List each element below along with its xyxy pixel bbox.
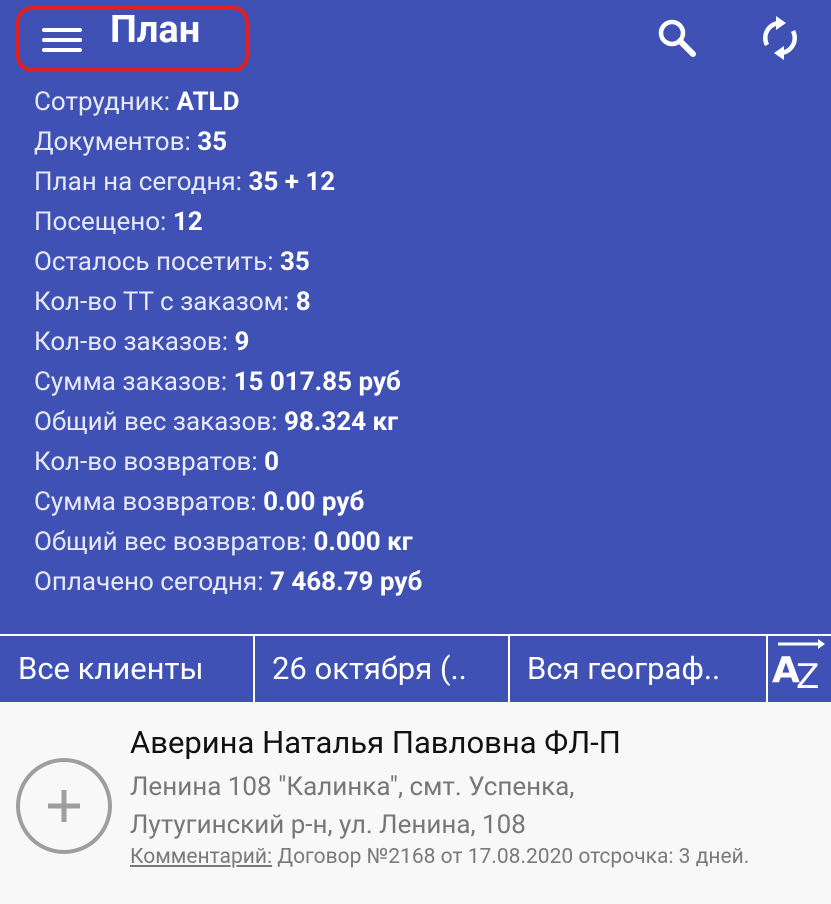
- filter-bar: Все клиенты 26 октября (.. Вся географ..…: [0, 634, 831, 702]
- stat-value: 15 017.85 руб: [233, 367, 401, 397]
- stat-label: Осталось посетить:: [34, 247, 280, 277]
- stat-row: Сотрудник: ATLD: [34, 82, 422, 122]
- stat-row: План на сегодня: 35 + 12: [34, 162, 422, 202]
- stat-label: План на сегодня:: [34, 167, 249, 197]
- search-icon[interactable]: [652, 14, 700, 62]
- stat-value: ATLD: [176, 87, 240, 117]
- stat-row: Общий вес возвратов: 0.000 кг: [34, 522, 422, 562]
- comment-label: Комментарий:: [130, 845, 273, 869]
- stat-label: Общий вес заказов:: [34, 407, 284, 437]
- stat-value: 35 + 12: [248, 167, 336, 197]
- stat-value: 8: [295, 287, 311, 317]
- client-address-line-1: Ленина 108 "Калинка", смт. Успенка,: [130, 772, 575, 802]
- clients-filter-button[interactable]: Все клиенты: [0, 636, 255, 702]
- date-filter-button[interactable]: 26 октября (..: [255, 636, 510, 702]
- stat-row: Документов: 35: [34, 122, 422, 162]
- stat-value: 9: [234, 327, 250, 357]
- stat-label: Кол-во возвратов:: [34, 447, 265, 477]
- stat-row: Кол-во возвратов: 0: [34, 442, 422, 482]
- sort-az-icon[interactable]: A Z: [768, 636, 831, 702]
- stat-row: Кол-во ТТ с заказом: 8: [34, 282, 422, 322]
- page-title: План: [110, 8, 201, 52]
- client-list-item[interactable]: Аверина Наталья Павловна ФЛ-П Ленина 108…: [0, 702, 831, 904]
- client-address: Ленина 108 "Калинка", смт. Успенка, Луту…: [130, 768, 810, 844]
- geography-filter-button[interactable]: Вся географ..: [510, 636, 768, 702]
- stat-value: 35: [279, 247, 310, 277]
- plus-icon[interactable]: [16, 758, 112, 854]
- stat-row: Кол-во заказов: 9: [34, 322, 422, 362]
- stat-value: 7 468.79 руб: [269, 567, 423, 597]
- stat-value: 35: [197, 127, 228, 157]
- stat-row: Осталось посетить: 35: [34, 242, 422, 282]
- stat-value: 0: [264, 447, 279, 477]
- stat-label: Сотрудник:: [34, 87, 177, 117]
- client-name: Аверина Наталья Павловна ФЛ-П: [130, 724, 621, 761]
- stat-value: 98.324 кг: [283, 407, 399, 437]
- stat-label: Оплачено сегодня:: [34, 567, 270, 597]
- stat-label: Кол-во заказов:: [34, 327, 235, 357]
- stat-value: 0.00 руб: [263, 487, 365, 517]
- stat-row: Оплачено сегодня: 7 468.79 руб: [34, 562, 422, 602]
- stat-label: Документов:: [34, 127, 198, 157]
- svg-text:Z: Z: [796, 657, 819, 697]
- client-address-line-2: Лутугинский р-н, ул. Ленина, 108: [130, 810, 526, 840]
- stat-row: Сумма возвратов: 0.00 руб: [34, 482, 422, 522]
- stat-label: Общий вес возвратов:: [34, 527, 314, 557]
- stat-value: 0.000 кг: [313, 527, 413, 557]
- comment-text: Договор №2168 от 17.08.2020 отсрочка: 3 …: [272, 845, 750, 869]
- client-comment: Комментарий: Договор №2168 от 17.08.2020…: [130, 844, 790, 871]
- sync-icon[interactable]: [756, 14, 804, 62]
- stat-row: Общий вес заказов: 98.324 кг: [34, 402, 422, 442]
- summary-stats: Сотрудник: ATLD Документов: 35 План на сег…: [34, 82, 422, 602]
- stat-row: Посещено: 12: [34, 202, 422, 242]
- stat-label: Посещено:: [34, 207, 173, 237]
- hamburger-menu-icon[interactable]: [42, 28, 82, 52]
- stat-row: Сумма заказов: 15 017.85 руб: [34, 362, 422, 402]
- stat-label: Сумма возвратов:: [34, 487, 264, 517]
- header-panel: План Сотрудник: ATLD Документов: 35 План н…: [0, 0, 831, 634]
- stat-label: Кол-во ТТ с заказом:: [34, 287, 296, 317]
- stat-label: Сумма заказов:: [34, 367, 234, 397]
- stat-value: 12: [172, 207, 203, 237]
